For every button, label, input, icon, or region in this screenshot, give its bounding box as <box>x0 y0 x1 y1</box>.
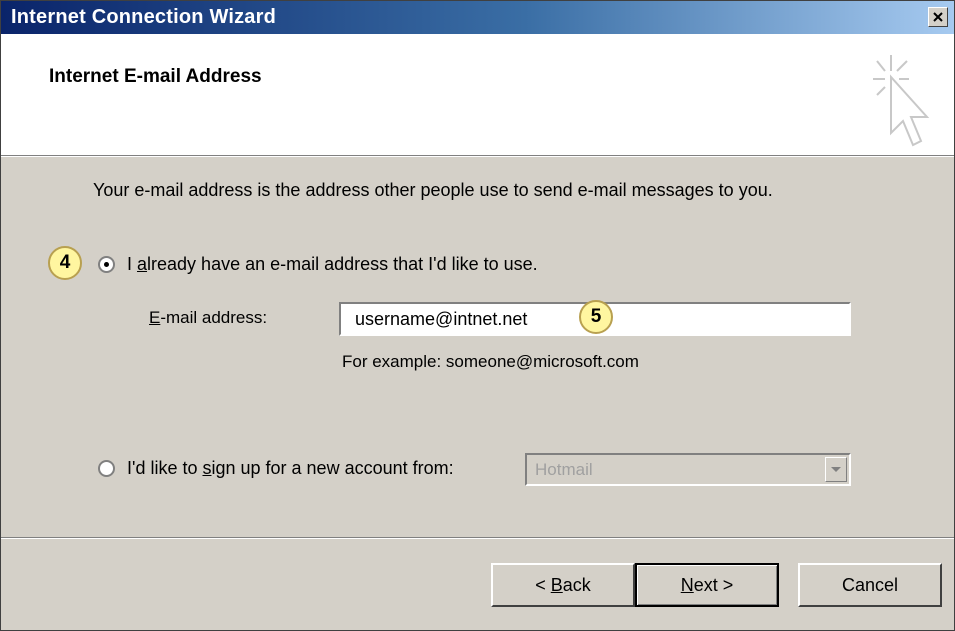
next-button[interactable]: Next > <box>635 563 779 607</box>
description-text: Your e-mail address is the address other… <box>93 180 773 200</box>
step-callout-5: 5 <box>579 300 613 334</box>
provider-dropdown-button[interactable] <box>825 457 847 482</box>
provider-select-value: Hotmail <box>535 460 593 479</box>
window-title: Internet Connection Wizard <box>11 6 277 28</box>
wizard-cursor-icon <box>873 55 930 147</box>
wizard-window: Internet Connection Wizard Internet E-ma… <box>0 0 955 631</box>
page-title: Internet E-mail Address <box>49 66 262 87</box>
step-callout-4: 4 <box>48 246 82 280</box>
existing-email-option-label[interactable]: I already have an e-mail address that I'… <box>127 254 538 275</box>
email-example-hint: For example: someone@microsoft.com <box>342 352 639 371</box>
email-address-input[interactable] <box>355 308 565 330</box>
wizard-header: Internet E-mail Address <box>1 34 954 155</box>
email-address-label: E-mail address: <box>149 308 268 327</box>
footer-divider <box>1 537 954 539</box>
chevron-down-icon <box>831 467 841 472</box>
cancel-button[interactable]: Cancel <box>798 563 942 607</box>
provider-select[interactable]: Hotmail <box>525 453 851 486</box>
close-button[interactable] <box>928 7 948 27</box>
back-button[interactable]: < Back <box>491 563 635 607</box>
new-account-option-label[interactable]: I'd like to sign up for a new account fr… <box>127 458 454 479</box>
new-account-radio[interactable] <box>98 460 115 477</box>
close-icon <box>933 12 943 22</box>
title-bar[interactable]: Internet Connection Wizard <box>1 1 954 34</box>
existing-email-radio[interactable] <box>98 256 115 273</box>
radio-selected-dot <box>104 262 109 267</box>
header-divider <box>1 155 954 157</box>
